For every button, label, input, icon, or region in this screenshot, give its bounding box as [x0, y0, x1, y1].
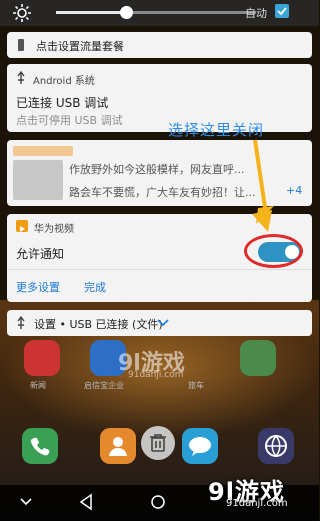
back-icon[interactable] [78, 493, 94, 511]
annotation-circle [244, 234, 303, 268]
brightness-slider[interactable] [56, 6, 256, 19]
check-icon [277, 7, 287, 16]
usb-connected-notification[interactable]: 设置 • USB 已连接 (文件) [7, 310, 312, 336]
usb-debug-notification[interactable]: Android 系统 已连接 USB 调试 点击可停用 USB 调试 [7, 64, 312, 132]
more-settings-link[interactable]: 更多设置 [16, 279, 60, 295]
browser-app-icon[interactable] [258, 428, 294, 464]
data-plan-notification[interactable]: 点击设置流量套餐 [7, 32, 312, 58]
done-button[interactable]: 完成 [84, 279, 106, 295]
watermark-site: 91danji.com [226, 498, 288, 509]
allow-notifications-label: 允许通知 [16, 247, 65, 261]
blurred-thumbnail [13, 160, 63, 200]
usb-debug-subtitle: 点击可停用 USB 调试 [16, 114, 123, 127]
huawei-video-icon [16, 220, 28, 232]
auto-brightness-checkbox[interactable] [275, 4, 289, 18]
watermark-center-site: 91danji.com [128, 370, 184, 380]
app-label-travel: 旅车 [188, 381, 204, 390]
app-label-news: 新闻 [30, 381, 46, 390]
blurred-header [13, 146, 73, 156]
news-count-badge: +4 [286, 184, 303, 197]
app-icon-news[interactable] [24, 340, 60, 376]
home-icon[interactable] [150, 494, 166, 510]
data-usage-icon [18, 39, 24, 51]
clear-notifications-button[interactable] [141, 426, 175, 460]
chevron-down-icon[interactable] [157, 318, 169, 328]
brightness-icon [13, 4, 31, 22]
usb-app-name: Android 系统 [33, 76, 95, 87]
data-plan-label: 点击设置流量套餐 [36, 40, 124, 53]
usb-connected-label: 设置 • USB 已连接 (文件) [34, 318, 163, 331]
trash-icon [150, 434, 166, 452]
annotation-arrow-icon [252, 139, 274, 232]
brightness-bar: 自动 [0, 0, 319, 26]
app-label-qixinbao: 启信宝企业 [84, 381, 124, 390]
contacts-app-icon[interactable] [100, 428, 136, 464]
messages-app-icon[interactable] [182, 428, 218, 464]
collapse-down-icon[interactable] [18, 494, 34, 510]
brightness-slider-thumb[interactable] [120, 6, 133, 19]
auto-brightness-label: 自动 [245, 7, 267, 20]
huawei-video-app-name: 华为视频 [34, 224, 74, 235]
usb-debug-title: 已连接 USB 调试 [16, 96, 109, 110]
app-icon-travel[interactable] [240, 340, 276, 376]
news-line-1: 作放野外如今这般模样，网友直呼... [69, 163, 245, 176]
phone-app-icon[interactable] [22, 428, 58, 464]
usb-icon [17, 316, 25, 329]
news-line-2: 路会车不要慌，广大车友有妙招！让... [69, 186, 256, 199]
usb-icon [17, 71, 25, 84]
